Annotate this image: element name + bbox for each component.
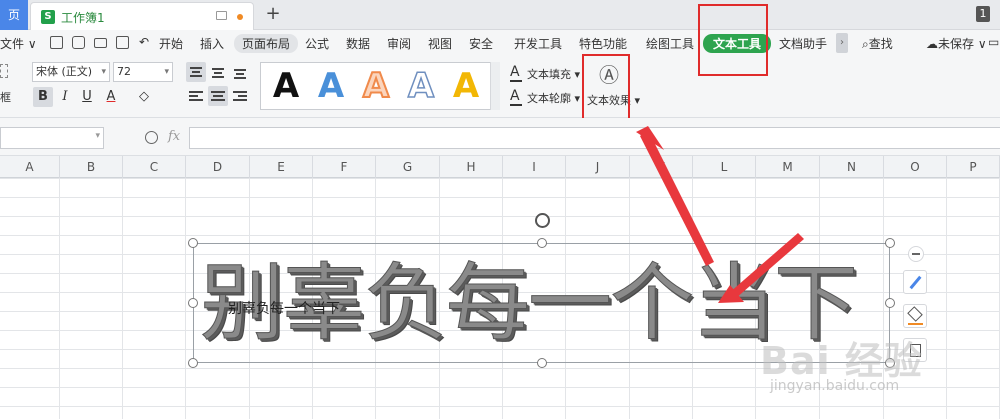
arrow-to-text-effect-icon [640,130,714,266]
baidu-watermark-url: jingyan.baidu.com [770,378,900,394]
arrow-to-wordart-icon [729,233,804,299]
baidu-watermark-logo: Bai 经验 [760,339,923,383]
